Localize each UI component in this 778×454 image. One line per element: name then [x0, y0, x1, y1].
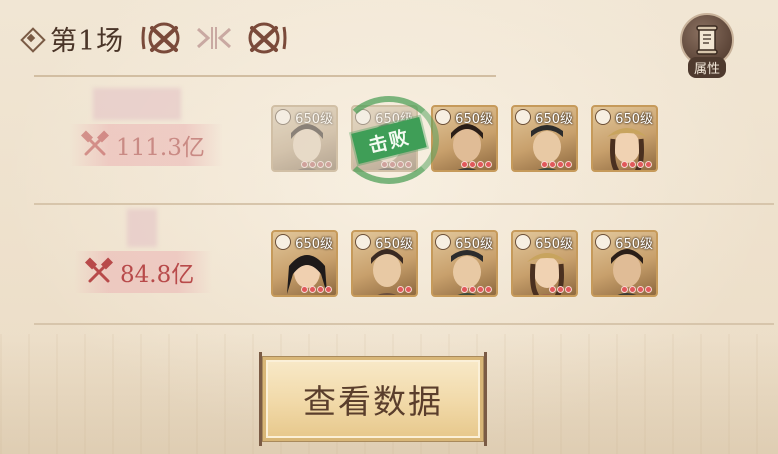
team-power-2: 84.8亿: [74, 251, 213, 293]
star-pip: [477, 161, 484, 168]
star-pip: [461, 161, 468, 168]
star-pip: [461, 286, 468, 293]
round-title: 第1场: [50, 25, 125, 57]
crossed-hammers-icon: [84, 257, 114, 283]
row-divider: [34, 323, 774, 325]
star-pip: [541, 161, 548, 168]
hero-card[interactable]: 650级: [351, 230, 418, 297]
star-pip: [621, 161, 628, 168]
star-pip: [301, 161, 308, 168]
team-2-heroes: 650级 650级 650级 650级 650级: [271, 230, 658, 297]
hero-stars: [397, 286, 412, 293]
star-pip: [325, 161, 332, 168]
hero-card[interactable]: 650级: [511, 230, 578, 297]
star-pip: [485, 286, 492, 293]
star-pip: [645, 161, 652, 168]
star-pip: [565, 161, 572, 168]
hero-stars: [301, 161, 332, 168]
star-pip: [309, 161, 316, 168]
star-pip: [565, 286, 572, 293]
crossed-hammers-icon: [80, 130, 110, 156]
hero-stars: [621, 161, 652, 168]
star-pip: [469, 161, 476, 168]
star-pip: [485, 161, 492, 168]
star-pip: [397, 286, 404, 293]
star-pip: [549, 286, 556, 293]
hero-card[interactable]: 650级: [591, 105, 658, 172]
team-1-heroes: 650级 650级 650级 650级 650级: [271, 105, 658, 172]
hero-stars: [301, 286, 332, 293]
attributes-button[interactable]: 属性: [678, 13, 736, 79]
star-pip: [317, 286, 324, 293]
star-pip: [301, 286, 308, 293]
hero-stars: [461, 286, 492, 293]
star-pip: [325, 286, 332, 293]
crossed-swords-emblem-icon: [248, 22, 287, 54]
hero-card[interactable]: 650级: [511, 105, 578, 172]
star-pip: [549, 161, 556, 168]
star-pip: [557, 161, 564, 168]
attributes-label: 属性: [687, 57, 726, 78]
hero-stars: [541, 161, 572, 168]
star-pip: [629, 286, 636, 293]
star-pip: [621, 286, 628, 293]
hero-stars: [549, 286, 572, 293]
hero-card[interactable]: 650级: [271, 105, 338, 172]
hero-card[interactable]: 650级: [271, 230, 338, 297]
round-header: 第1场: [20, 18, 290, 58]
star-pip: [405, 286, 412, 293]
defeated-stamp: 击败: [333, 90, 445, 190]
diamond-icon: [20, 27, 42, 49]
hero-card[interactable]: 650级: [591, 230, 658, 297]
star-pip: [557, 286, 564, 293]
star-pip: [309, 286, 316, 293]
star-pip: [637, 286, 644, 293]
star-pip: [469, 286, 476, 293]
header-divider: [34, 75, 496, 77]
crossed-swords-emblem-icon: [141, 22, 180, 54]
star-pip: [629, 161, 636, 168]
view-data-label: 查看数据: [303, 382, 443, 421]
hero-stars: [461, 161, 492, 168]
scroll-icon: [696, 25, 718, 55]
player-name-redacted: [93, 88, 181, 120]
star-pip: [645, 286, 652, 293]
star-pip: [477, 286, 484, 293]
view-data-button[interactable]: 查看数据: [259, 352, 487, 446]
versus-divider-icon: [197, 27, 232, 49]
hero-card[interactable]: 650级: [431, 230, 498, 297]
star-pip: [637, 161, 644, 168]
star-pip: [317, 161, 324, 168]
power-value: 84.8亿: [120, 262, 195, 288]
team-power-1: 111.3亿: [70, 124, 223, 166]
row-divider: [34, 203, 774, 205]
player-name-redacted: [127, 209, 157, 247]
power-value: 111.3亿: [116, 135, 205, 161]
hero-stars: [621, 286, 652, 293]
versus-emblems: [138, 19, 290, 57]
